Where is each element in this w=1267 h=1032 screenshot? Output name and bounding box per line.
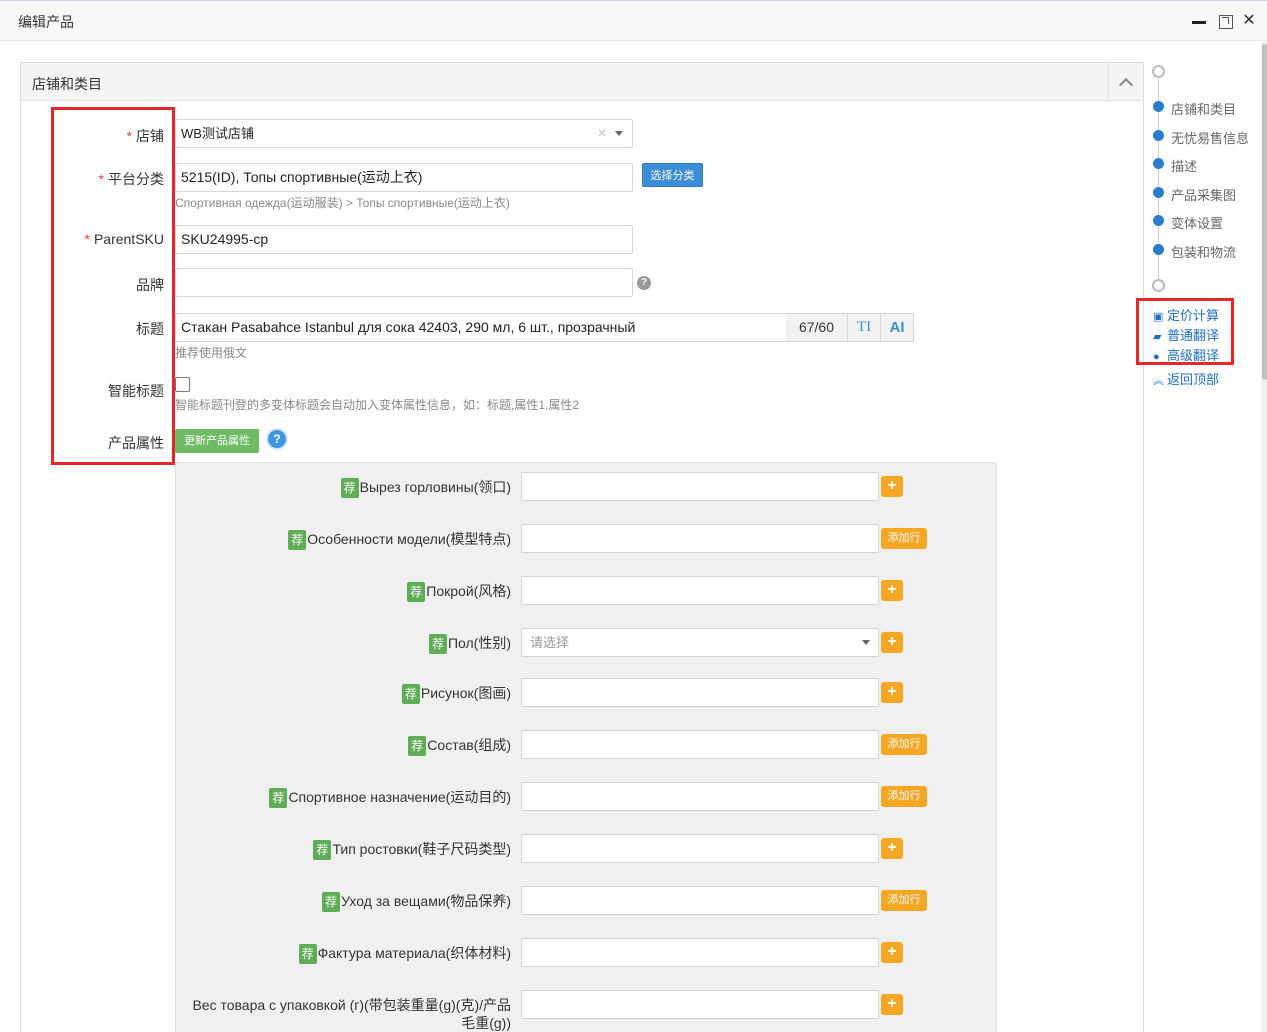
attr-input[interactable]: [521, 938, 879, 967]
brand-label: 品牌: [136, 277, 164, 293]
select-category-button[interactable]: 选择分类: [642, 163, 703, 187]
nav-dot: [1153, 215, 1164, 226]
smart-title-label: 智能标题: [108, 383, 164, 399]
shop-select-value: WB测试店铺: [181, 126, 254, 141]
advanced-translate-link[interactable]: ● 高级翻译: [1153, 345, 1219, 364]
nav-item-variants[interactable]: 变体设置: [1171, 213, 1223, 232]
gender-select[interactable]: 请选择: [521, 628, 879, 657]
recommend-tag: 荐: [340, 478, 359, 499]
nav-item-packaging[interactable]: 包装和物流: [1171, 242, 1236, 261]
title-input[interactable]: Стакан Pasabahce Istanbul для сока 42403…: [175, 313, 787, 342]
window-titlebar: 编辑产品 ✕: [0, 0, 1267, 41]
plus-icon[interactable]: +: [881, 632, 903, 653]
scrollbar-thumb[interactable]: [1262, 44, 1267, 380]
add-row-button[interactable]: 添加行: [881, 528, 927, 549]
category-path: Спортивная одежда(运动服装) > Топы спортивны…: [175, 196, 510, 210]
nav-dot: [1153, 130, 1164, 141]
attr-input[interactable]: [521, 678, 879, 707]
attr-label: 荐 Уход за вещами(物品保养): [175, 892, 511, 913]
attr-input[interactable]: [521, 886, 879, 915]
close-icon[interactable]: ✕: [1240, 11, 1258, 31]
minimize-icon[interactable]: [1190, 11, 1208, 31]
panel-title: 店铺和类目: [32, 76, 102, 92]
attr-label: 荐 Фактура материала(织体材料): [175, 944, 511, 965]
nav-dot: [1153, 101, 1164, 112]
window-title: 编辑产品: [18, 14, 74, 30]
double-chevron-up-icon: ︽: [1153, 375, 1164, 387]
attr-label: 荐 Состав(组成): [175, 736, 511, 757]
attr-label: 荐 Особенности модели(模型特点): [175, 530, 511, 551]
update-attributes-button[interactable]: 更新产品属性: [175, 429, 259, 453]
attr-label: 荐 Пол(性别): [175, 634, 511, 655]
nav-start-circle: [1152, 65, 1165, 78]
attr-input[interactable]: [521, 990, 879, 1019]
attr-label: 荐 Спортивное назначение(运动目的): [175, 788, 511, 809]
question-icon[interactable]: ?: [637, 276, 651, 290]
attr-label: 荐 Вырез горловины(领口): [175, 478, 511, 499]
comments-icon: ●: [1153, 351, 1160, 363]
attributes-label: 产品属性: [108, 435, 164, 451]
collapse-chevron-up-icon[interactable]: [1108, 63, 1143, 101]
maximize-icon[interactable]: [1216, 11, 1234, 31]
add-row-button[interactable]: 添加行: [881, 734, 927, 755]
attr-label: 荐 Тип ростовки(鞋子尺码类型): [175, 840, 511, 861]
attr-label: 荐 Рисунок(图画): [175, 684, 511, 705]
nav-end-circle: [1152, 279, 1165, 292]
book-icon: ▰: [1153, 331, 1162, 343]
plus-icon[interactable]: +: [881, 476, 903, 497]
ai-button[interactable]: AI: [881, 313, 914, 342]
attr-label: 荐 Покрой(风格): [175, 582, 511, 603]
title-hint: 推荐使用俄文: [175, 346, 248, 360]
normal-translate-link[interactable]: ▰ 普通翻译: [1153, 325, 1219, 344]
pricing-calc-link[interactable]: ▣ 定价计算: [1153, 305, 1219, 324]
nav-dot: [1153, 187, 1164, 198]
attr-label-weight: Вес товара с упаковкой (г)(带包装重量(g)(克)/产…: [192, 997, 511, 1031]
brand-input[interactable]: [175, 268, 633, 297]
category-label: * 平台分类: [98, 171, 164, 187]
shop-label: * 店铺: [126, 128, 164, 144]
clear-icon[interactable]: ✕: [597, 126, 607, 140]
shop-select[interactable]: WB测试店铺: [175, 119, 633, 148]
plus-icon[interactable]: +: [881, 682, 903, 703]
chevron-down-icon[interactable]: [615, 131, 623, 136]
add-row-button[interactable]: 添加行: [881, 890, 927, 911]
nav-dot: [1153, 244, 1164, 255]
category-input[interactable]: 5215(ID), Топы спортивные(运动上衣): [175, 163, 633, 192]
plus-icon[interactable]: +: [881, 580, 903, 601]
help-icon[interactable]: ?: [266, 428, 288, 450]
attr-input[interactable]: [521, 524, 879, 553]
nav-dot: [1153, 158, 1164, 169]
smart-title-hint: 智能标题刊登的多变体标题会自动加入变体属性信息，如：标题,属性1,属性2: [175, 398, 580, 412]
chevron-down-icon[interactable]: [862, 640, 870, 645]
nav-item-shop-category[interactable]: 店铺和类目: [1171, 99, 1236, 118]
nav-item-images[interactable]: 产品采集图: [1171, 185, 1236, 204]
attr-input[interactable]: [521, 782, 879, 811]
attr-input[interactable]: [521, 834, 879, 863]
nav-item-wuyou-info[interactable]: 无忧易售信息: [1171, 128, 1249, 147]
plus-icon[interactable]: +: [881, 838, 903, 859]
calculator-icon: ▣: [1153, 311, 1164, 323]
back-to-top-link[interactable]: ︽ 返回顶部: [1153, 369, 1219, 388]
plus-icon[interactable]: +: [881, 942, 903, 963]
plus-icon[interactable]: +: [881, 994, 903, 1015]
attr-input[interactable]: [521, 472, 879, 501]
title-char-count: 67/60: [786, 313, 848, 342]
attr-input[interactable]: [521, 730, 879, 759]
attr-input[interactable]: [521, 576, 879, 605]
parent-sku-input[interactable]: SKU24995-cp: [175, 225, 633, 254]
nav-item-description[interactable]: 描述: [1171, 156, 1197, 175]
parent-sku-label: * ParentSKU: [84, 231, 165, 247]
text-format-icon[interactable]: TI: [848, 313, 881, 342]
title-label: 标题: [136, 321, 164, 337]
add-row-button[interactable]: 添加行: [881, 786, 927, 807]
smart-title-checkbox[interactable]: [175, 377, 190, 392]
panel-header: 店铺和类目: [21, 63, 1143, 101]
